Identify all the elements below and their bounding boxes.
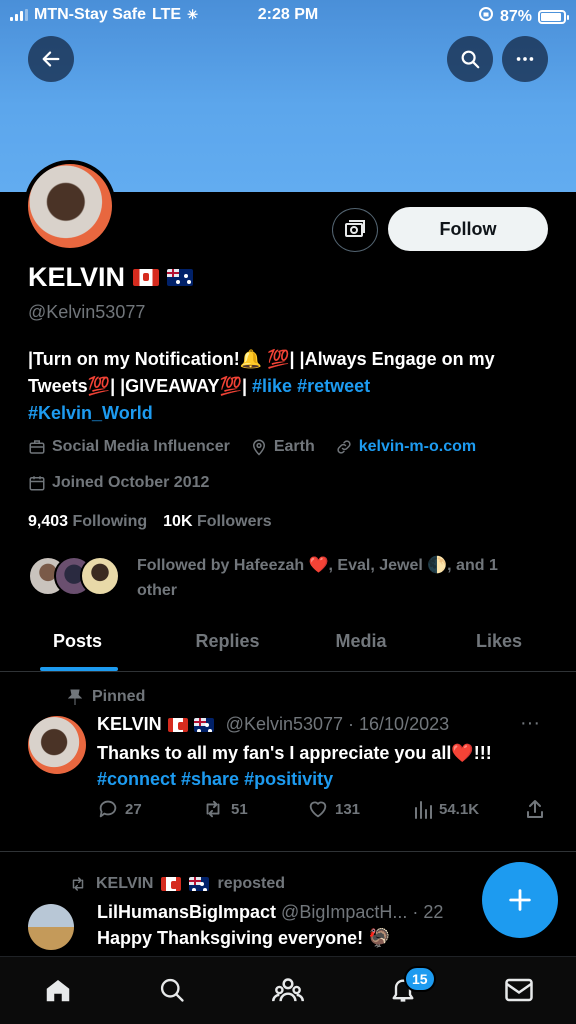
tweet-header: KELVIN @Kelvin53077 · 16/10/2023 xyxy=(97,714,449,735)
profile-meta: Social Media Influencer Earth kelvin-m-o… xyxy=(28,438,490,456)
view-count: 54.1K xyxy=(439,800,480,818)
profile-category: Social Media Influencer xyxy=(52,438,230,455)
share-button[interactable] xyxy=(525,798,545,820)
canada-flag-icon xyxy=(161,877,182,891)
profile-location: Earth xyxy=(273,438,315,455)
rotation-lock-icon xyxy=(478,6,494,27)
profile-bio: |Turn on my Notification!🔔 💯| |Always En… xyxy=(28,346,558,427)
hashtag-retweet[interactable]: #retweet xyxy=(297,376,370,396)
subscribe-button[interactable] xyxy=(332,208,378,252)
profile-tabs: Posts Replies Media Likes xyxy=(0,615,576,672)
back-button[interactable] xyxy=(28,36,74,82)
repost-label: reposted xyxy=(217,875,286,892)
reply-icon xyxy=(99,800,117,818)
canada-flag-icon xyxy=(167,717,188,732)
hashtag-like[interactable]: #like xyxy=(252,376,292,396)
tweet-actions: 27 51 131 54.1K xyxy=(97,798,547,824)
australia-flag-icon xyxy=(167,269,194,286)
tab-replies[interactable]: Replies xyxy=(155,615,300,671)
tweet-header: LilHumansBigImpact @BigImpactH... · 22 xyxy=(97,902,443,923)
profile-website[interactable]: kelvin-m-o.com xyxy=(359,438,476,456)
tweet-body: Thanks to all my fan's I appreciate you … xyxy=(97,740,557,792)
tweet-hashtags[interactable]: #connect #share #positivity xyxy=(97,769,333,789)
status-bar: MTN-Stay Safe LTE ✳ 2:28 PM 87% xyxy=(0,0,576,32)
nav-messages[interactable] xyxy=(502,973,536,1007)
tweet-author[interactable]: LilHumansBigImpact xyxy=(97,902,276,922)
link-icon xyxy=(337,440,351,454)
repost-count: 51 xyxy=(231,800,248,818)
repost-label-row: KELVIN reposted xyxy=(68,875,285,893)
follow-button[interactable]: Follow xyxy=(388,207,548,251)
calendar-icon xyxy=(29,476,45,491)
tweet-avatar[interactable] xyxy=(28,904,74,950)
profile-handle: @Kelvin53077 xyxy=(28,302,146,322)
people-icon xyxy=(272,978,304,1002)
tweet-avatar[interactable] xyxy=(28,716,86,774)
like-count: 131 xyxy=(335,800,361,818)
tweet-text: Happy Thanksgiving everyone! 🦃 xyxy=(97,928,391,948)
tweet-handle-date: @BigImpactH... · 22 xyxy=(281,902,444,922)
repost-button[interactable]: 51 xyxy=(201,798,248,820)
share-icon xyxy=(527,800,543,818)
home-icon xyxy=(46,980,70,1002)
bottom-nav xyxy=(0,956,576,1024)
tweet-divider xyxy=(0,851,576,852)
profile-name: KELVIN xyxy=(28,262,126,292)
battery-percent: 87% xyxy=(499,7,532,25)
tweet-handle-date: @Kelvin53077 · 16/10/2023 xyxy=(225,714,450,734)
nav-search[interactable] xyxy=(155,973,189,1007)
search-button[interactable] xyxy=(447,36,493,82)
search-icon xyxy=(160,978,184,1002)
followed-by-text[interactable]: Followed by Hafeezah ❤️, Eval, Jewel 🌓, … xyxy=(137,553,537,603)
views-button[interactable]: 54.1K xyxy=(413,798,479,820)
pinned-label-row: Pinned xyxy=(68,688,145,706)
clock: 2:28 PM xyxy=(257,6,319,23)
reply-count: 27 xyxy=(125,800,142,818)
like-button[interactable]: 131 xyxy=(307,798,360,820)
more-icon xyxy=(516,57,534,61)
repost-icon xyxy=(206,800,220,818)
australia-flag-icon xyxy=(193,717,214,732)
nav-home[interactable] xyxy=(41,973,75,1007)
nav-communities[interactable] xyxy=(271,973,305,1007)
heart-icon xyxy=(309,801,327,818)
analytics-icon xyxy=(415,801,432,819)
mail-icon xyxy=(505,978,533,1002)
tweet-text: Thanks to all my fan's I appreciate you … xyxy=(97,743,492,763)
location-icon xyxy=(252,439,265,456)
followed-by-avatars[interactable] xyxy=(28,556,120,596)
pinned-label: Pinned xyxy=(92,688,146,705)
profile-stats: 9,403 Following 10K Followers xyxy=(28,513,272,531)
tweet-author[interactable]: KELVIN xyxy=(97,714,162,735)
more-button[interactable] xyxy=(502,36,548,82)
followers-stat[interactable]: 10K Followers xyxy=(163,513,272,531)
money-icon xyxy=(345,220,365,237)
pin-icon xyxy=(68,689,82,705)
search-icon xyxy=(461,50,480,69)
hashtag-kelvin-world[interactable]: #Kelvin_World xyxy=(28,403,153,423)
repost-icon xyxy=(72,877,84,891)
briefcase-icon xyxy=(29,440,45,454)
profile-joined: Joined October 2012 xyxy=(52,474,210,491)
follower-avatar xyxy=(80,556,120,596)
notifications-badge: 15 xyxy=(404,966,436,992)
reply-button[interactable]: 27 xyxy=(97,798,142,820)
profile-avatar[interactable] xyxy=(24,160,116,252)
arrow-left-icon xyxy=(42,51,60,67)
following-stat[interactable]: 9,403 Following xyxy=(28,513,147,531)
profile-joined-row: Joined October 2012 xyxy=(28,474,209,492)
tweet-more-icon[interactable]: ··· xyxy=(520,712,540,735)
australia-flag-icon xyxy=(189,877,210,891)
canada-flag-icon xyxy=(133,269,160,286)
tab-media[interactable]: Media xyxy=(300,615,422,671)
battery-icon xyxy=(538,9,569,24)
plus-icon xyxy=(509,889,531,911)
reposter-name[interactable]: KELVIN xyxy=(96,875,153,893)
tab-likes[interactable]: Likes xyxy=(422,615,576,671)
compose-button[interactable] xyxy=(482,862,558,938)
profile-name-row: KELVIN xyxy=(28,262,194,293)
tab-posts[interactable]: Posts xyxy=(0,615,155,671)
